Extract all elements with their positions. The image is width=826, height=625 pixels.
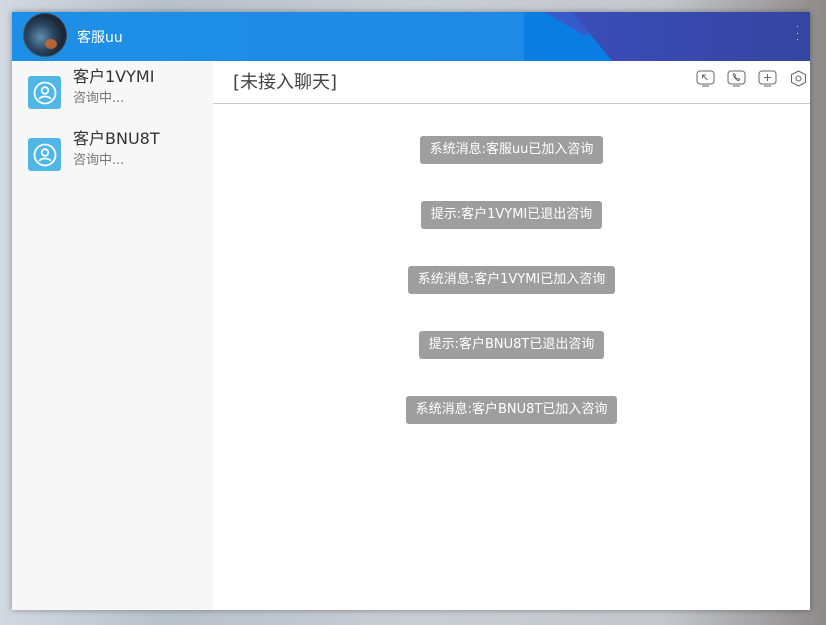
chat-window: 客服uu 客户1VYMI 咨询中... 客户BNU8T 咨询中... [未接入聊… <box>12 12 810 610</box>
more-menu-icon[interactable] <box>797 26 799 40</box>
system-message: 系统消息:客服uu已加入咨询 <box>213 136 810 164</box>
system-message-text: 提示:客户BNU8T已退出咨询 <box>418 331 605 359</box>
agent-name: 客服uu <box>77 30 123 46</box>
system-message: 系统消息:客户BNU8T已加入咨询 <box>213 396 810 424</box>
contact-item[interactable]: 客户BNU8T 咨询中... <box>12 123 213 183</box>
header-decoration <box>572 12 810 61</box>
header-bar: 客服uu <box>12 12 810 61</box>
add-icon[interactable] <box>758 70 777 87</box>
contact-item[interactable]: 客户1VYMI 咨询中... <box>12 61 213 121</box>
system-message: 系统消息:客户1VYMI已加入咨询 <box>213 266 810 294</box>
contact-list: 客户1VYMI 咨询中... 客户BNU8T 咨询中... <box>12 61 213 610</box>
chat-title: [未接入聊天] <box>233 72 338 93</box>
user-icon <box>28 138 61 171</box>
system-message: 提示:客户1VYMI已退出咨询 <box>213 201 810 229</box>
system-message-text: 系统消息:客户BNU8T已加入咨询 <box>405 396 618 424</box>
system-message-text: 提示:客户1VYMI已退出咨询 <box>420 201 603 229</box>
system-message: 提示:客户BNU8T已退出咨询 <box>213 331 810 359</box>
contact-name: 客户BNU8T <box>73 129 160 148</box>
contact-status: 咨询中... <box>73 91 125 106</box>
exit-icon[interactable] <box>696 70 715 87</box>
agent-avatar[interactable] <box>23 13 67 57</box>
user-icon <box>28 76 61 109</box>
chat-panel: [未接入聊天] 系统消息:客服uu已加入咨询 提示:客户1VYMI已退出咨询 系… <box>213 61 810 610</box>
contact-status: 咨询中... <box>73 153 125 168</box>
settings-icon[interactable] <box>789 70 808 87</box>
system-message-text: 系统消息:客服uu已加入咨询 <box>419 136 604 164</box>
chat-divider <box>213 103 810 104</box>
phone-icon[interactable] <box>727 70 746 87</box>
contact-name: 客户1VYMI <box>73 67 155 86</box>
system-message-text: 系统消息:客户1VYMI已加入咨询 <box>407 266 616 294</box>
